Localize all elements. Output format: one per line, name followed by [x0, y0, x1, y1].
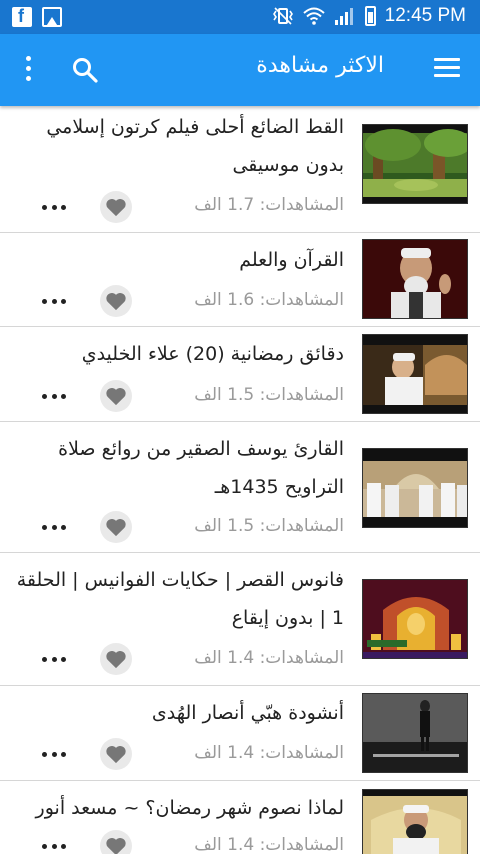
favorite-heart-icon[interactable] — [100, 830, 132, 854]
video-title[interactable]: القرآن والعلم — [8, 241, 344, 279]
view-count: المشاهدات: 1.6 الف — [194, 290, 344, 310]
status-bar: 12:45 PM — [0, 0, 480, 34]
video-thumbnail[interactable] — [362, 334, 468, 414]
view-count: المشاهدات: 1.4 الف — [194, 648, 344, 668]
favorite-heart-icon[interactable] — [100, 643, 132, 675]
view-count: المشاهدات: 1.7 الف — [194, 195, 344, 215]
favorite-heart-icon[interactable] — [100, 511, 132, 543]
video-item[interactable]: القارئ يوسف الصقير من روائع صلاة التراوي… — [0, 422, 480, 553]
signal-icon — [334, 8, 353, 25]
more-options-icon[interactable] — [42, 296, 66, 306]
vibrate-icon — [272, 7, 293, 25]
more-options-icon[interactable] — [42, 202, 66, 212]
video-thumbnail[interactable] — [362, 579, 468, 659]
video-thumbnail[interactable] — [362, 789, 468, 854]
video-item[interactable]: أنشودة هبّي أنصار الهُدى المشاهدات: 1.4 … — [0, 686, 480, 781]
more-options-icon[interactable] — [42, 841, 66, 851]
video-item[interactable]: القط الضائع أحلى فيلم كرتون إسلامي بدون … — [0, 106, 480, 233]
page-title: الاكثر مشاهدة — [256, 53, 384, 78]
battery-icon — [364, 6, 376, 26]
video-item[interactable]: لماذا نصوم شهر رمضان؟ ~ مسعد أنور المشاه… — [0, 781, 480, 854]
video-title[interactable]: القط الضائع أحلى فيلم كرتون إسلامي بدون … — [8, 108, 344, 184]
video-title[interactable]: دقائق رمضانية (20) علاء الخليدي — [8, 335, 344, 373]
status-time: 12:45 PM — [384, 5, 466, 26]
search-icon[interactable] — [72, 57, 98, 83]
app-bar: الاكثر مشاهدة — [0, 34, 480, 106]
video-thumbnail[interactable] — [362, 693, 468, 773]
video-thumbnail[interactable] — [362, 239, 468, 319]
more-options-icon[interactable] — [42, 749, 66, 759]
video-thumbnail[interactable] — [362, 124, 468, 204]
view-count: المشاهدات: 1.4 الف — [194, 743, 344, 763]
more-options-icon[interactable] — [42, 654, 66, 664]
more-options-icon[interactable] — [42, 522, 66, 532]
favorite-heart-icon[interactable] — [100, 285, 132, 317]
hamburger-menu-icon[interactable] — [434, 58, 460, 80]
favorite-heart-icon[interactable] — [100, 738, 132, 770]
video-item[interactable]: دقائق رمضانية (20) علاء الخليدي المشاهدا… — [0, 327, 480, 422]
facebook-icon — [12, 6, 32, 27]
video-title[interactable]: القارئ يوسف الصقير من روائع صلاة التراوي… — [8, 430, 344, 506]
view-count: المشاهدات: 1.5 الف — [194, 385, 344, 405]
more-options-icon[interactable] — [42, 391, 66, 401]
video-title[interactable]: لماذا نصوم شهر رمضان؟ ~ مسعد أنور — [8, 789, 344, 827]
favorite-heart-icon[interactable] — [100, 191, 132, 223]
wifi-icon — [303, 7, 325, 25]
video-title[interactable]: أنشودة هبّي أنصار الهُدى — [8, 694, 344, 732]
gallery-icon — [42, 7, 62, 27]
favorite-heart-icon[interactable] — [100, 380, 132, 412]
video-thumbnail[interactable] — [362, 448, 468, 528]
overflow-menu-icon[interactable] — [22, 56, 34, 84]
video-item[interactable]: القرآن والعلم المشاهدات: 1.6 الف — [0, 233, 480, 327]
view-count: المشاهدات: 1.5 الف — [194, 516, 344, 536]
view-count: المشاهدات: 1.4 الف — [194, 835, 344, 854]
video-item[interactable]: فانوس القصر | حكايات الفوانيس | الحلقة 1… — [0, 553, 480, 686]
video-title[interactable]: فانوس القصر | حكايات الفوانيس | الحلقة 1… — [8, 561, 344, 637]
video-list: القط الضائع أحلى فيلم كرتون إسلامي بدون … — [0, 106, 480, 854]
